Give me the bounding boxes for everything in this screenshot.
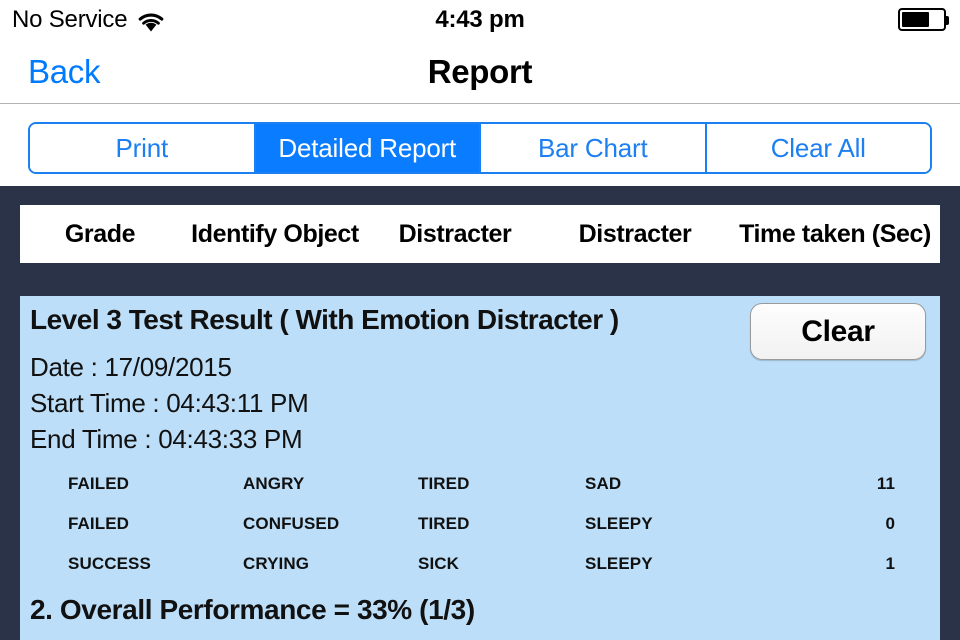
cell-grade: FAILED — [68, 514, 130, 533]
clear-button[interactable]: Clear — [750, 303, 926, 360]
cell-distracter-2: SAD — [585, 474, 622, 493]
result-start-time: Start Time : 04:43:11 PM — [30, 388, 309, 418]
result-end-time: End Time : 04:43:33 PM — [30, 424, 303, 454]
segmented-control-container: Print Detailed Report Bar Chart Clear All — [0, 105, 960, 186]
result-date: Date : 17/09/2015 — [30, 352, 232, 382]
table-row: FAILED ANGRY TIRED SAD 11 — [20, 464, 940, 504]
cell-time-taken: 11 — [876, 474, 895, 493]
segment-clear-all[interactable]: Clear All — [706, 124, 930, 172]
page-title: Report — [427, 52, 533, 90]
table-row: SUCCESS CRYING SICK SLEEPY 1 — [20, 544, 940, 584]
app-screen: No Service 4:43 pm Back Report Print Deta… — [0, 0, 960, 640]
segment-bar-chart[interactable]: Bar Chart — [481, 124, 707, 172]
cell-identify-object: ANGRY — [243, 474, 305, 493]
report-content-area: Grade Identify Object Distracter Distracter… — [0, 186, 960, 640]
segment-label: Detailed Report — [278, 132, 457, 163]
cell-distracter-1: TIRED — [418, 514, 470, 533]
cell-time-taken: 1 — [885, 554, 895, 573]
column-header: Distracter — [578, 219, 692, 248]
cell-grade: FAILED — [68, 474, 130, 493]
column-header: Distracter — [398, 219, 512, 248]
table-row: FAILED CONFUSED TIRED SLEEPY 0 — [20, 504, 940, 544]
cell-grade: SUCCESS — [68, 554, 151, 573]
result-card: Level 3 Test Result ( With Emotion Distr… — [20, 296, 940, 640]
status-bar-clock: 4:43 pm — [435, 6, 525, 33]
cell-distracter-1: TIRED — [418, 474, 470, 493]
cell-identify-object: CRYING — [243, 554, 310, 573]
cell-time-taken: 0 — [885, 514, 895, 533]
column-header: Time taken (Sec) — [739, 219, 931, 248]
column-header: Identify Object — [191, 219, 359, 248]
overall-performance: 2. Overall Performance = 33% (1/3) — [30, 594, 475, 625]
result-data-rows: FAILED ANGRY TIRED SAD 11 FAILED CONFUSED TIRED… — [20, 464, 940, 584]
column-header: Grade — [64, 219, 136, 248]
segment-label: Clear All — [770, 132, 866, 163]
segment-print[interactable]: Print — [30, 124, 256, 172]
navigation-bar: Back Report — [0, 40, 960, 104]
result-title: Level 3 Test Result ( With Emotion Distr… — [30, 304, 619, 335]
status-bar-right — [898, 8, 949, 31]
segment-label: Print — [115, 132, 169, 163]
segmented-control[interactable]: Print Detailed Report Bar Chart Clear All — [28, 122, 932, 174]
status-bar: No Service 4:43 pm — [0, 0, 960, 40]
table-header-row: Grade Identify Object Distracter Distracter… — [20, 205, 940, 263]
battery-icon — [898, 8, 949, 31]
segment-label: Bar Chart — [538, 132, 648, 163]
segment-detailed-report[interactable]: Detailed Report — [255, 124, 481, 172]
cell-identify-object: CONFUSED — [243, 514, 340, 533]
cell-distracter-2: SLEEPY — [585, 514, 653, 533]
cell-distracter-2: SLEEPY — [585, 554, 653, 573]
cell-distracter-1: SICK — [418, 554, 460, 573]
